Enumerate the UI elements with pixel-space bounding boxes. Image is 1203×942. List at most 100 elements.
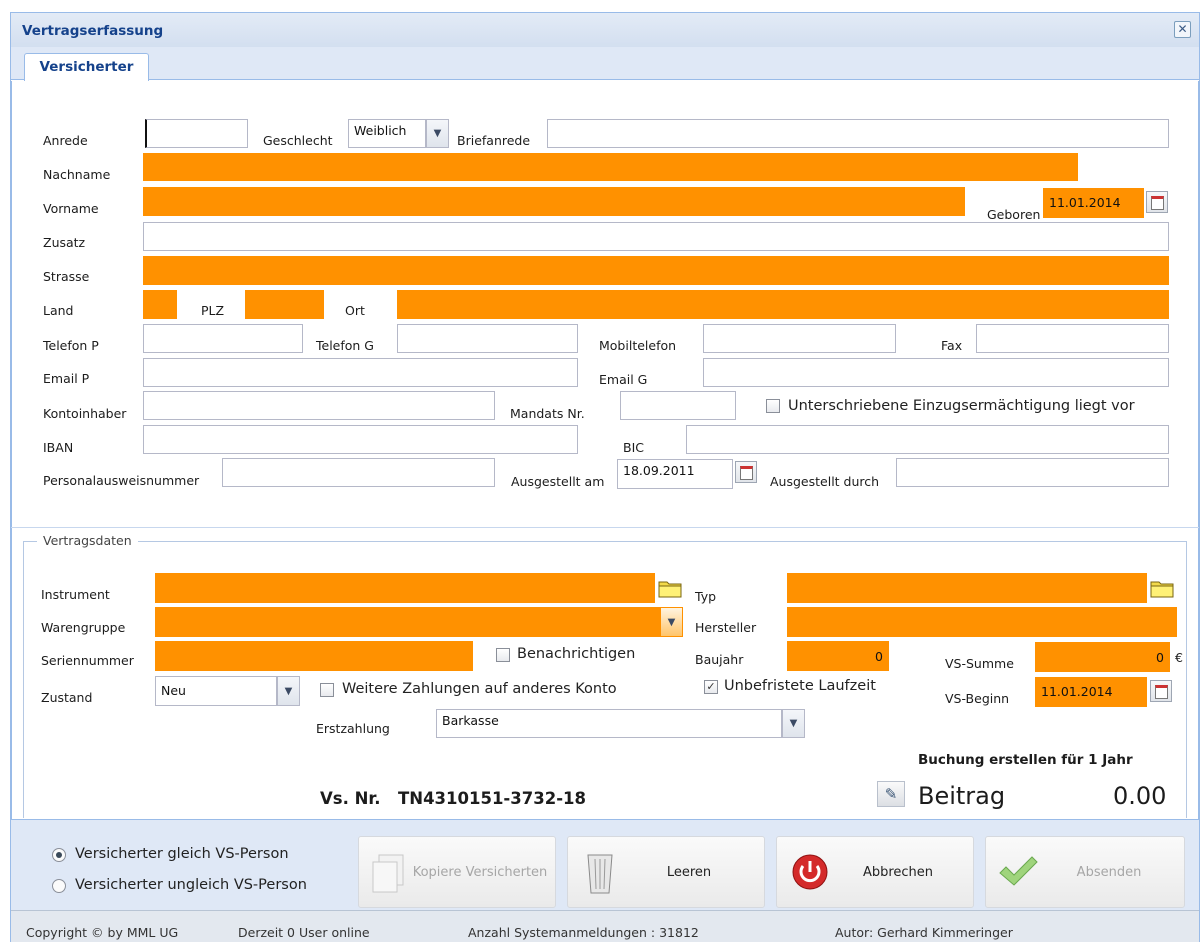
folder-icon[interactable] — [1150, 578, 1174, 598]
calendar-icon[interactable] — [735, 461, 757, 483]
folder-icon[interactable] — [658, 578, 682, 598]
fax-label: Fax — [941, 338, 963, 353]
chevron-down-icon: ▼ — [284, 685, 293, 697]
anrede-input[interactable] — [145, 119, 248, 148]
ausgestellt-am-label: Ausgestellt am — [511, 474, 605, 489]
instrument-label: Instrument — [41, 587, 110, 602]
email-g-input[interactable] — [703, 358, 1169, 387]
radio-ungleich[interactable] — [52, 879, 66, 893]
iban-label: IBAN — [43, 440, 74, 455]
status-anmeldungen: Anzahl Systemanmeldungen : 31812 — [468, 925, 699, 940]
zustand-select[interactable]: Neu — [155, 676, 277, 706]
benachrichtigen-label: Benachrichtigen — [517, 646, 636, 662]
leeren-button[interactable]: Leeren — [567, 836, 765, 908]
baujahr-input[interactable]: 0 — [787, 641, 889, 671]
kopiere-label: Kopiere Versicherten — [412, 864, 548, 880]
leeren-label: Leeren — [666, 864, 712, 880]
bic-label: BIC — [623, 440, 644, 455]
mobiltelefon-input[interactable] — [703, 324, 896, 353]
nachname-label: Nachname — [43, 167, 111, 182]
trash-icon — [587, 854, 613, 894]
plz-input[interactable] — [245, 290, 324, 319]
iban-input[interactable] — [143, 425, 578, 454]
beitrag-label: Beitrag — [918, 782, 1006, 810]
status-online: Derzeit 0 User online — [238, 925, 370, 940]
ausweis-input[interactable] — [222, 458, 495, 487]
warengruppe-dropdown-button[interactable]: ▼ — [660, 607, 683, 637]
euro-unit: € — [1175, 650, 1183, 665]
abbrechen-label: Abbrechen — [862, 864, 934, 880]
email-p-input[interactable] — [143, 358, 578, 387]
status-copyright: Copyright © by MML UG — [26, 925, 179, 940]
land-input[interactable] — [143, 290, 177, 319]
bic-input[interactable] — [686, 425, 1169, 454]
warengruppe-select[interactable] — [155, 607, 660, 637]
instrument-input[interactable] — [155, 573, 655, 603]
weitere-zahlungen-label: Weitere Zahlungen auf anderes Konto — [342, 681, 617, 697]
chevron-down-icon: ▼ — [667, 616, 676, 628]
copy-icon — [372, 854, 404, 893]
vertragsdaten-legend: Vertragsdaten — [37, 533, 138, 548]
zusatz-input[interactable] — [143, 222, 1169, 251]
radio-ungleich-label: Versicherter ungleich VS-Person — [75, 877, 307, 893]
briefanrede-label: Briefanrede — [457, 133, 531, 148]
einzug-checkbox[interactable] — [766, 399, 780, 413]
status-autor: Autor: Gerhard Kimmeringer — [835, 925, 1013, 940]
kontoinhaber-input[interactable] — [143, 391, 495, 420]
strasse-input[interactable] — [143, 256, 1169, 285]
nachname-input[interactable] — [143, 153, 1078, 181]
geboren-label: Geboren — [987, 207, 1041, 222]
close-button[interactable]: ✕ — [1174, 21, 1191, 38]
kopiere-versicherten-button[interactable]: Kopiere Versicherten — [358, 836, 556, 908]
pills-icon: ✎ — [884, 785, 898, 803]
erstzahlung-dropdown-button[interactable]: ▼ — [782, 709, 805, 738]
typ-input[interactable] — [787, 573, 1147, 603]
geboren-date-input[interactable]: 11.01.2014 — [1043, 188, 1144, 218]
telefon-p-input[interactable] — [143, 324, 303, 353]
hersteller-input[interactable] — [787, 607, 1177, 637]
telefon-g-input[interactable] — [397, 324, 578, 353]
abbrechen-button[interactable]: Abbrechen — [776, 836, 974, 908]
warengruppe-label: Warengruppe — [41, 620, 126, 635]
tab-versicherter[interactable]: Versicherter — [24, 53, 149, 81]
checkmark-icon — [999, 856, 1038, 886]
absenden-button[interactable]: Absenden — [985, 836, 1185, 908]
mandat-input[interactable] — [620, 391, 736, 420]
seriennummer-input[interactable] — [155, 641, 473, 671]
vssumme-label: VS-Summe — [945, 656, 1014, 671]
ausweis-label: Personalausweisnummer — [43, 473, 200, 488]
weitere-zahlungen-checkbox[interactable] — [320, 683, 334, 697]
calendar-icon[interactable] — [1146, 191, 1168, 213]
vssumme-input[interactable]: 0 — [1035, 642, 1170, 672]
beitrag-value: 0.00 — [1113, 782, 1167, 810]
window-title: Vertragserfassung — [22, 23, 164, 39]
einzug-label: Unterschriebene Einzugsermächtigung lieg… — [788, 398, 1135, 414]
ort-input[interactable] — [397, 290, 1169, 319]
erstzahlung-select[interactable]: Barkasse — [436, 709, 782, 738]
beitrag-calc-button[interactable]: ✎ — [877, 781, 905, 807]
anrede-label: Anrede — [43, 133, 88, 148]
fax-input[interactable] — [976, 324, 1169, 353]
radio-gleich[interactable] — [52, 848, 66, 862]
erstzahlung-label: Erstzahlung — [316, 721, 390, 736]
email-g-label: Email G — [599, 372, 648, 387]
geschlecht-dropdown-button[interactable]: ▼ — [426, 119, 449, 148]
tab-strip — [11, 47, 1199, 80]
ausgestellt-am-date-input[interactable]: 18.09.2011 — [617, 459, 733, 489]
kontoinhaber-label: Kontoinhaber — [43, 406, 127, 421]
benachrichtigen-checkbox[interactable] — [496, 648, 510, 662]
seriennummer-label: Seriennummer — [41, 653, 134, 668]
briefanrede-input[interactable] — [547, 119, 1169, 148]
vorname-input[interactable] — [143, 187, 965, 216]
ausgestellt-durch-input[interactable] — [896, 458, 1169, 487]
chevron-down-icon: ▼ — [433, 128, 442, 139]
zusatz-label: Zusatz — [43, 235, 86, 250]
vorname-label: Vorname — [43, 201, 99, 216]
chevron-down-icon: ▼ — [789, 718, 798, 729]
calendar-icon[interactable] — [1150, 680, 1172, 702]
geschlecht-select[interactable]: Weiblich — [348, 119, 426, 148]
zustand-dropdown-button[interactable]: ▼ — [277, 676, 300, 706]
vsbeginn-date-input[interactable]: 11.01.2014 — [1035, 677, 1147, 707]
buchung-label: Buchung erstellen für 1 Jahr — [918, 752, 1133, 768]
unbefristete-laufzeit-checkbox[interactable]: ✓ — [704, 680, 718, 694]
